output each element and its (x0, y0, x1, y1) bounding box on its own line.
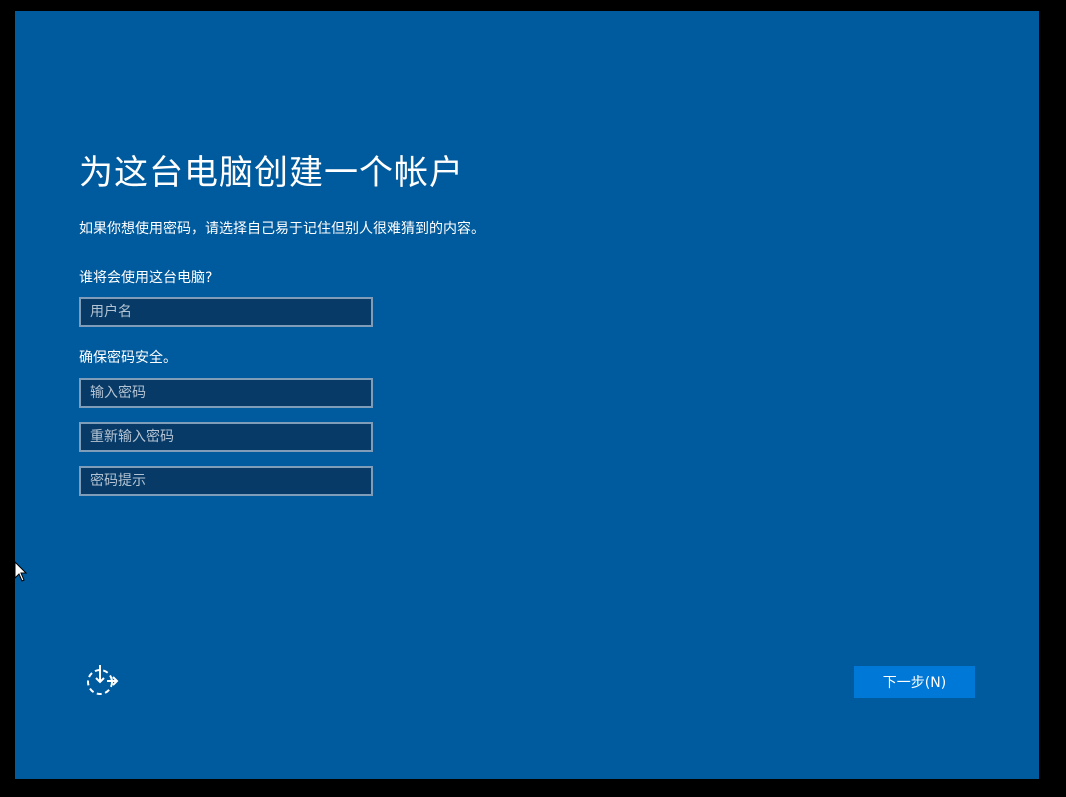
password-section-label: 确保密码安全。 (79, 350, 177, 366)
page-title: 为这台电脑创建一个帐户 (79, 153, 464, 193)
ease-of-access-icon[interactable] (85, 663, 119, 697)
username-input[interactable] (79, 297, 373, 327)
mouse-pointer-icon (14, 560, 28, 583)
next-button[interactable]: 下一步(N) (854, 666, 975, 698)
oobe-setup-screen: 为这台电脑创建一个帐户 如果你想使用密码，请选择自己易于记住但别人很难猜到的内容… (15, 11, 1039, 779)
password-hint-input[interactable] (79, 466, 373, 496)
confirm-password-input[interactable] (79, 422, 373, 452)
password-description: 如果你想使用密码，请选择自己易于记住但别人很难猜到的内容。 (79, 221, 485, 237)
user-section-label: 谁将会使用这台电脑? (79, 270, 213, 286)
password-input[interactable] (79, 378, 373, 408)
